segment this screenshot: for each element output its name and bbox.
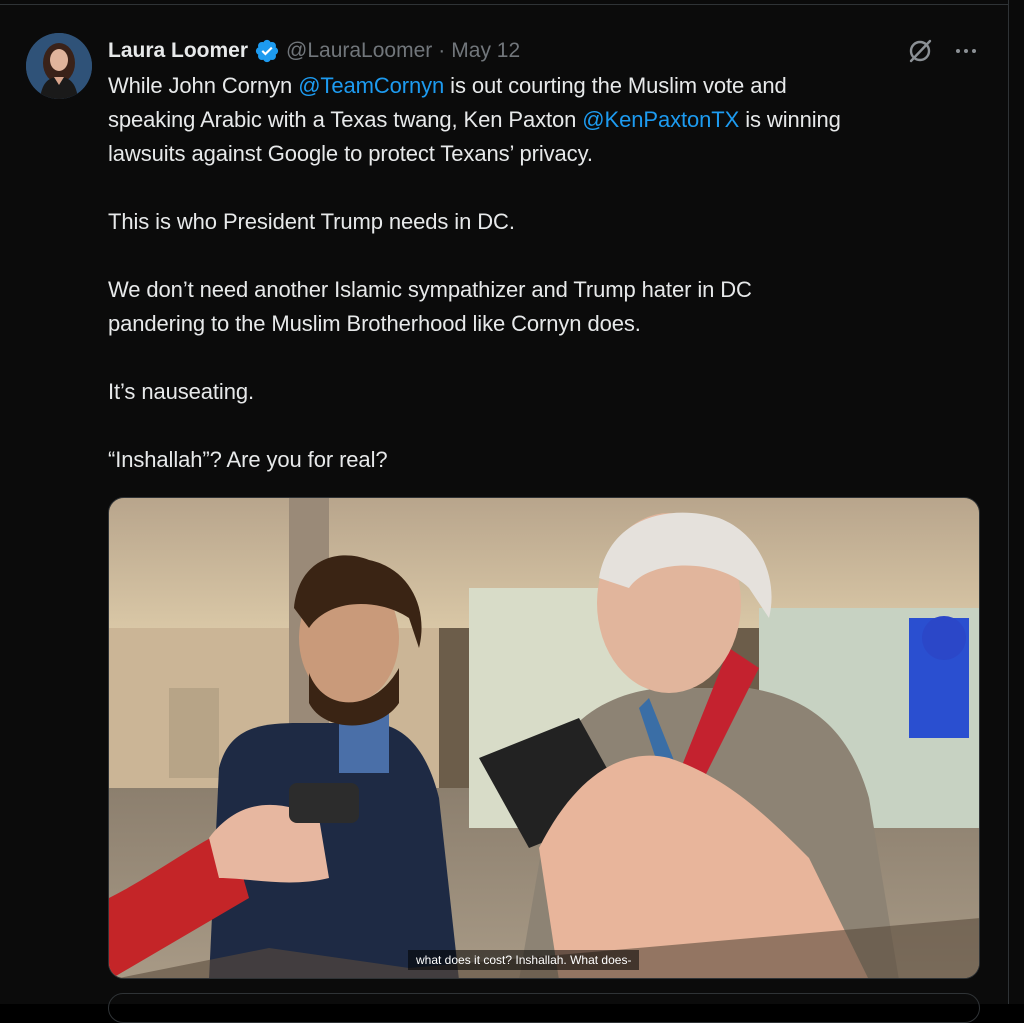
tweet-header: Laura Loomer @LauraLoomer · May 12 bbox=[108, 37, 520, 65]
text-line: “Inshallah”? Are you for real? bbox=[108, 447, 388, 472]
text-line: lawsuits against Google to protect Texan… bbox=[108, 141, 593, 166]
grok-icon[interactable] bbox=[906, 37, 934, 65]
screenshot-frame: Laura Loomer @LauraLoomer · May 12 While… bbox=[0, 0, 1024, 1023]
video-caption: what does it cost? Inshallah. What does- bbox=[408, 950, 640, 970]
tweet-date[interactable]: May 12 bbox=[451, 39, 520, 63]
author-name[interactable]: Laura Loomer bbox=[108, 39, 248, 63]
verified-badge-icon bbox=[255, 39, 279, 63]
text-line: While John Cornyn @TeamCornyn is out cou… bbox=[108, 69, 988, 103]
text-line: We don’t need another Islamic sympathize… bbox=[108, 277, 752, 302]
text-line: pandering to the Muslim Brotherhood like… bbox=[108, 311, 641, 336]
text-line: This is who President Trump needs in DC. bbox=[108, 209, 515, 234]
video-frame bbox=[109, 498, 979, 978]
text-fragment: speaking Arabic with a Texas twang, Ken … bbox=[108, 107, 583, 132]
tweet[interactable]: Laura Loomer @LauraLoomer · May 12 While… bbox=[0, 5, 1008, 1023]
tweet-text: While John Cornyn @TeamCornyn is out cou… bbox=[108, 69, 988, 477]
video-player[interactable] bbox=[108, 497, 980, 979]
avatar[interactable] bbox=[26, 33, 92, 99]
text-fragment: is winning bbox=[739, 107, 841, 132]
more-options-icon[interactable] bbox=[952, 39, 980, 63]
separator-dot: · bbox=[438, 39, 446, 62]
right-divider bbox=[1008, 0, 1009, 1004]
text-fragment: is out courting the Muslim vote and bbox=[444, 73, 787, 98]
mention-kenpaxtontx[interactable]: @KenPaxtonTX bbox=[582, 107, 739, 132]
author-handle[interactable]: @LauraLoomer bbox=[286, 39, 432, 63]
quoted-card-edge bbox=[108, 993, 980, 1023]
text-fragment: While John Cornyn bbox=[108, 73, 299, 98]
text-line: speaking Arabic with a Texas twang, Ken … bbox=[108, 103, 988, 137]
text-line: It’s nauseating. bbox=[108, 379, 254, 404]
mention-teamcornyn[interactable]: @TeamCornyn bbox=[298, 73, 444, 98]
